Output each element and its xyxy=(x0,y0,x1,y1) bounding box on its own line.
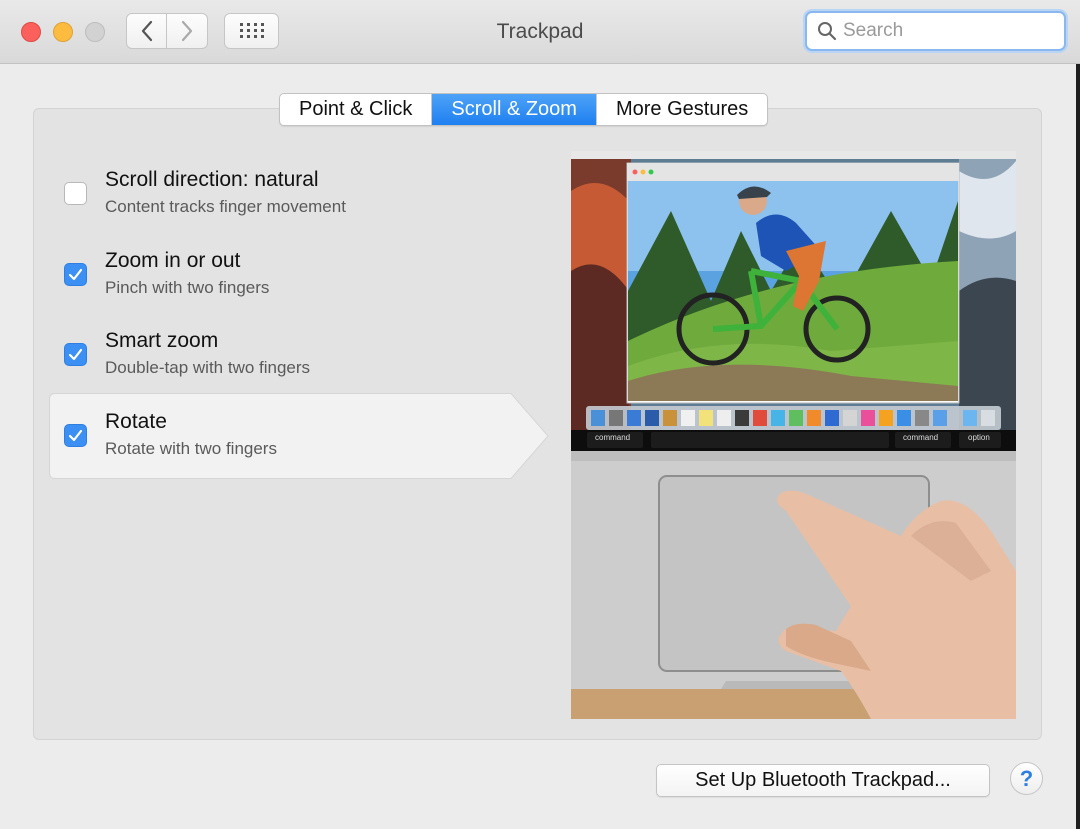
help-button[interactable]: ? xyxy=(1010,762,1043,795)
command-key-right: command xyxy=(903,433,938,442)
option-title: Smart zoom xyxy=(105,329,219,352)
option-key: option xyxy=(968,433,990,442)
smart-zoom-checkbox[interactable] xyxy=(64,343,87,366)
tab-scroll-and-zoom[interactable]: Scroll & Zoom xyxy=(432,94,597,125)
rotate-checkbox[interactable] xyxy=(64,424,87,447)
option-title: Scroll direction: natural xyxy=(105,168,319,191)
window-edge xyxy=(1076,64,1080,829)
tab-bar: Point & Click Scroll & Zoom More Gesture… xyxy=(279,93,769,126)
option-subtitle: Pinch with two fingers xyxy=(105,278,270,297)
title-bar: Trackpad xyxy=(0,0,1080,64)
search-icon xyxy=(818,22,837,41)
option-subtitle: Double-tap with two fingers xyxy=(105,358,311,377)
setup-bluetooth-trackpad-button[interactable]: Set Up Bluetooth Trackpad... xyxy=(656,764,990,797)
search-field[interactable] xyxy=(805,11,1066,51)
selected-option-highlight xyxy=(49,393,549,479)
tab-point-and-click[interactable]: Point & Click xyxy=(280,94,433,125)
search-input[interactable] xyxy=(843,20,1043,42)
help-icon: ? xyxy=(1019,765,1034,791)
scroll-direction-checkbox[interactable] xyxy=(64,182,87,205)
tab-more-gestures[interactable]: More Gestures xyxy=(597,94,767,125)
gesture-preview: command command option xyxy=(571,151,1016,719)
option-subtitle: Rotate with two fingers xyxy=(105,439,277,458)
option-subtitle: Content tracks finger movement xyxy=(105,197,346,216)
zoom-in-out-checkbox[interactable] xyxy=(64,263,87,286)
gesture-preview-illustration: command command option xyxy=(571,151,1016,719)
checkmark-icon xyxy=(68,268,83,281)
option-title: Rotate xyxy=(105,410,167,433)
command-key-left: command xyxy=(595,433,630,442)
checkmark-icon xyxy=(68,429,83,442)
option-title: Zoom in or out xyxy=(105,249,241,272)
checkmark-icon xyxy=(68,348,83,361)
